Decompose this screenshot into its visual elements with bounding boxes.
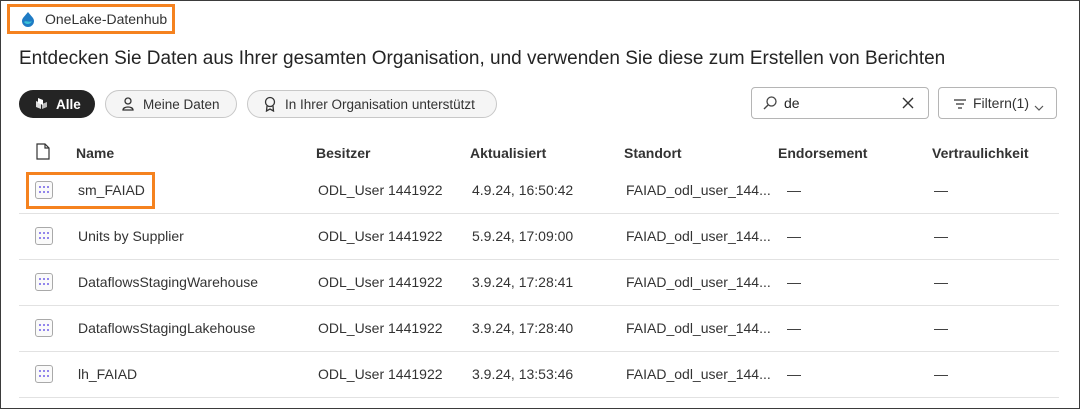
semantic-model-icon — [35, 319, 53, 337]
table-row[interactable]: lh_FAIAD ODL_User 1441922 3.9.24, 13:53:… — [19, 352, 1059, 398]
row-updated: 4.9.24, 16:50:42 — [472, 182, 574, 198]
table-row[interactable]: Units by Supplier ODL_User 1441922 5.9.2… — [19, 214, 1059, 260]
row-owner: ODL_User 1441922 — [318, 320, 443, 336]
search-icon — [762, 95, 778, 111]
highlight-box — [26, 172, 155, 209]
row-owner: ODL_User 1441922 — [318, 366, 443, 382]
column-header-location[interactable]: Standort — [624, 145, 682, 161]
row-name[interactable]: DataflowsStagingWarehouse — [78, 274, 258, 290]
row-sensitivity: — — [934, 274, 948, 290]
row-sensitivity: — — [934, 182, 948, 198]
semantic-model-icon — [35, 273, 53, 291]
row-endorsement: — — [787, 228, 801, 244]
column-header-endorsement[interactable]: Endorsement — [778, 145, 867, 161]
row-updated: 3.9.24, 17:28:41 — [472, 274, 574, 290]
row-updated: 3.9.24, 17:28:40 — [472, 320, 574, 336]
column-header-updated[interactable]: Aktualisiert — [470, 145, 546, 161]
filter-all-button[interactable]: Alle — [19, 90, 95, 118]
semantic-model-icon — [35, 227, 53, 245]
filter-button[interactable]: Filtern(1) — [938, 87, 1057, 119]
filter-endorsed-button[interactable]: In Ihrer Organisation unterstützt — [247, 90, 497, 118]
column-header-name[interactable]: Name — [76, 145, 114, 161]
document-icon[interactable] — [36, 143, 50, 163]
onelake-icon — [20, 11, 36, 27]
filter-lines-icon — [953, 97, 967, 109]
row-owner: ODL_User 1441922 — [318, 274, 443, 290]
column-header-sensitivity[interactable]: Vertraulichkeit — [932, 145, 1029, 161]
row-name[interactable]: DataflowsStagingLakehouse — [78, 320, 255, 336]
row-updated: 3.9.24, 13:53:46 — [472, 366, 574, 382]
clear-icon[interactable] — [900, 95, 916, 111]
semantic-model-icon — [35, 365, 53, 383]
row-owner: ODL_User 1441922 — [318, 228, 443, 244]
breadcrumb[interactable]: OneLake-Datenhub — [7, 4, 175, 34]
row-endorsement: — — [787, 320, 801, 336]
row-owner: ODL_User 1441922 — [318, 182, 443, 198]
row-location[interactable]: FAIAD_odl_user_144... — [626, 366, 771, 382]
search-box[interactable]: de — [751, 87, 929, 119]
page-title: Entdecken Sie Daten aus Ihrer gesamten O… — [19, 48, 946, 69]
cube-stack-icon — [33, 96, 49, 112]
filter-my-data-label: Meine Daten — [143, 96, 220, 112]
row-sensitivity: — — [934, 366, 948, 382]
table-row[interactable]: sm_FAIAD ODL_User 1441922 4.9.24, 16:50:… — [19, 168, 1059, 214]
row-location[interactable]: FAIAD_odl_user_144... — [626, 320, 771, 336]
table-row[interactable]: DataflowsStagingWarehouse ODL_User 14419… — [19, 260, 1059, 306]
table-row[interactable]: DataflowsStagingLakehouse ODL_User 14419… — [19, 306, 1059, 352]
column-header-owner[interactable]: Besitzer — [316, 145, 370, 161]
row-name[interactable]: Units by Supplier — [78, 228, 184, 244]
row-updated: 5.9.24, 17:09:00 — [472, 228, 574, 244]
person-icon — [120, 96, 136, 112]
table-header: Name Besitzer Aktualisiert Standort Endo… — [1, 141, 1079, 165]
breadcrumb-label: OneLake-Datenhub — [45, 11, 168, 27]
row-name[interactable]: lh_FAIAD — [78, 366, 137, 382]
filter-all-label: Alle — [56, 96, 81, 112]
row-location[interactable]: FAIAD_odl_user_144... — [626, 274, 771, 290]
onelake-data-hub-panel: OneLake-Datenhub Entdecken Sie Daten aus… — [0, 0, 1080, 409]
row-endorsement: — — [787, 366, 801, 382]
filter-endorsed-label: In Ihrer Organisation unterstützt — [285, 96, 475, 112]
row-endorsement: — — [787, 274, 801, 290]
row-sensitivity: — — [934, 228, 948, 244]
row-location[interactable]: FAIAD_odl_user_144... — [626, 228, 771, 244]
row-endorsement: — — [787, 182, 801, 198]
chevron-down-icon — [1034, 99, 1044, 111]
row-location[interactable]: FAIAD_odl_user_144... — [626, 182, 771, 198]
filter-my-data-button[interactable]: Meine Daten — [105, 90, 237, 118]
search-input[interactable]: de — [784, 95, 900, 111]
filter-button-label: Filtern(1) — [973, 95, 1030, 111]
ribbon-icon — [262, 96, 278, 113]
row-sensitivity: — — [934, 320, 948, 336]
